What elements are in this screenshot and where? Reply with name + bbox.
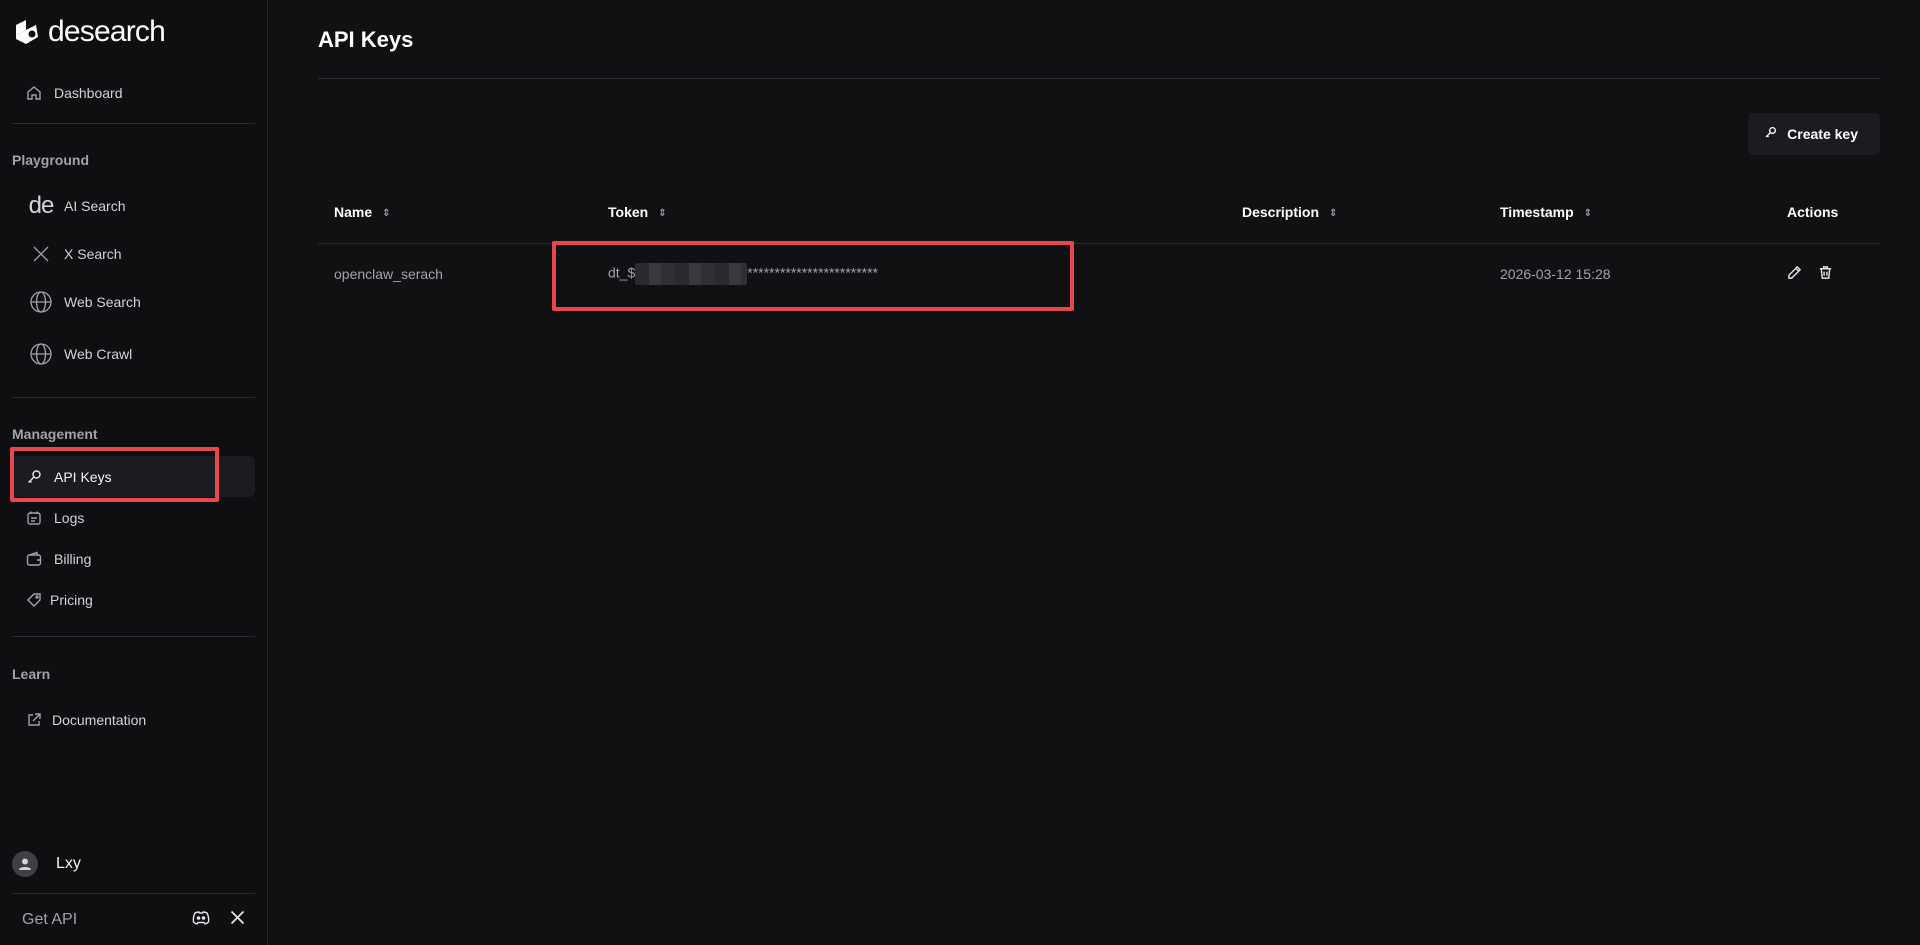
sort-icon: ⇕ xyxy=(658,207,667,219)
cell-token: dt_$ ************************ xyxy=(552,240,1226,311)
sidebar-item-documentation[interactable]: Documentation xyxy=(12,700,255,740)
edit-icon[interactable] xyxy=(1787,265,1802,283)
sidebar-footer: Get API xyxy=(22,905,245,935)
home-icon xyxy=(24,83,44,103)
sidebar-item-label: Dashboard xyxy=(54,85,123,101)
sidebar-item-pricing[interactable]: Pricing xyxy=(12,579,255,620)
sidebar-item-billing[interactable]: Billing xyxy=(12,538,255,579)
calendar-icon xyxy=(24,508,44,528)
token-mask: ************************ xyxy=(747,264,879,281)
sidebar-item-ai-search[interactable]: de AI Search xyxy=(12,180,255,232)
sidebar-item-x-search[interactable]: X Search xyxy=(12,232,255,276)
sidebar: desearch Dashboard Playground de AI Sear… xyxy=(0,0,268,945)
column-header-token[interactable]: Token ⇕ xyxy=(592,181,1226,244)
sidebar-item-web-search[interactable]: Web Search xyxy=(12,276,255,328)
cell-timestamp: 2026-03-12 15:28 xyxy=(1500,266,1611,282)
user-name: Lxy xyxy=(56,855,81,872)
x-icon xyxy=(26,239,56,269)
key-icon xyxy=(24,467,44,487)
sidebar-item-label: Logs xyxy=(54,509,85,526)
sort-icon: ⇕ xyxy=(1583,207,1593,219)
sidebar-item-label: Web Crawl xyxy=(64,346,133,362)
section-title-learn: Learn xyxy=(12,666,51,682)
avatar xyxy=(12,851,38,877)
cell-actions xyxy=(1771,244,1880,305)
sidebar-item-label: Pricing xyxy=(50,591,93,608)
sidebar-item-label: Documentation xyxy=(52,712,147,728)
get-api-link[interactable]: Get API xyxy=(22,911,77,929)
user-icon xyxy=(19,858,31,870)
table-row: openclaw_serach dt_$ ********************… xyxy=(318,240,1880,311)
globe-icon xyxy=(26,339,56,369)
divider xyxy=(12,123,255,124)
column-header-name[interactable]: Name ⇕ xyxy=(318,181,592,244)
divider xyxy=(12,397,255,398)
wallet-icon xyxy=(24,549,44,569)
section-title-management: Management xyxy=(12,426,98,442)
column-header-description[interactable]: Description ⇕ xyxy=(1226,181,1484,244)
sidebar-item-api-keys[interactable]: API Keys xyxy=(10,447,255,502)
sidebar-item-label: Billing xyxy=(54,550,92,567)
create-key-label: Create key xyxy=(1787,126,1858,142)
column-header-actions: Actions xyxy=(1771,181,1880,244)
sort-icon: ⇕ xyxy=(382,207,391,219)
sidebar-item-logs[interactable]: Logs xyxy=(12,497,255,538)
token-prefix: dt_$ xyxy=(608,264,636,281)
sidebar-item-dashboard[interactable]: Dashboard xyxy=(12,73,255,113)
main-content: API Keys Create key Name ⇕ Token ⇕ Descrip… xyxy=(268,0,1920,945)
page-title: API Keys xyxy=(318,0,1880,79)
sidebar-item-label: X Search xyxy=(64,246,122,262)
sidebar-item-web-crawl[interactable]: Web Crawl xyxy=(12,328,255,380)
globe-icon xyxy=(26,287,56,317)
de-logo-icon: de xyxy=(28,192,55,219)
cell-description xyxy=(1226,243,1484,305)
divider xyxy=(12,893,255,894)
x-icon[interactable] xyxy=(230,910,245,930)
sidebar-item-label: Web Search xyxy=(64,294,141,310)
toolbar: Create key xyxy=(310,79,1880,181)
tag-icon xyxy=(24,590,44,610)
sidebar-item-label: API Keys xyxy=(54,468,112,485)
column-header-timestamp[interactable]: Timestamp ⇕ xyxy=(1484,181,1771,244)
brand-logo[interactable]: desearch xyxy=(12,0,255,64)
section-title-playground: Playground xyxy=(12,152,90,168)
api-keys-table: Name ⇕ Token ⇕ Description ⇕ Timestamp ⇕ Act… xyxy=(318,181,1880,311)
discord-icon[interactable] xyxy=(192,910,210,930)
cell-name: openclaw_serach xyxy=(334,266,443,282)
token-redacted xyxy=(635,263,748,285)
sidebar-item-label: AI Search xyxy=(64,198,126,214)
sort-icon: ⇕ xyxy=(1329,207,1338,219)
desearch-logo-icon xyxy=(16,20,38,44)
table-header-row: Name ⇕ Token ⇕ Description ⇕ Timestamp ⇕ Act… xyxy=(318,181,1880,244)
trash-icon[interactable] xyxy=(1818,265,1833,283)
create-key-button[interactable]: Create key xyxy=(1748,113,1880,155)
brand-name: desearch xyxy=(48,15,166,48)
key-icon xyxy=(1764,126,1777,142)
external-link-icon xyxy=(24,710,44,730)
divider xyxy=(12,636,255,637)
user-profile[interactable]: Lxy xyxy=(12,851,81,877)
